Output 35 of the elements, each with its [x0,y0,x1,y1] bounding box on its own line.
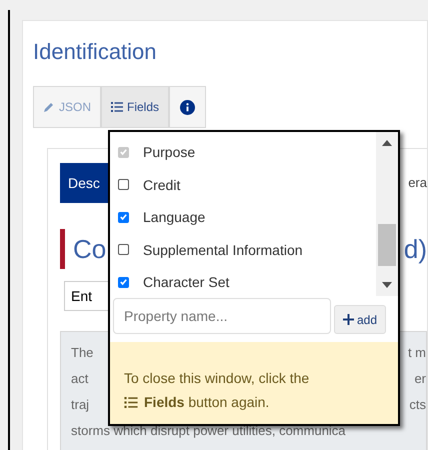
scrollbar-thumb[interactable] [378,224,396,266]
field-option[interactable]: Credit [110,168,376,201]
list-icon [124,396,138,408]
hint-text: To close this window, click the [124,369,310,388]
description-text: er [414,370,426,388]
accent-bar [60,229,65,269]
description-text: traj [71,396,90,414]
description-text: The [71,344,94,362]
tab[interactable]: era [400,163,427,203]
pencil-icon [43,101,55,113]
description-text: t m [408,344,426,362]
fields-button[interactable]: Fields [101,86,170,128]
checkbox[interactable] [118,276,129,288]
up-arrow-icon[interactable] [382,140,392,146]
info-icon [180,100,196,114]
description-text: act [71,370,88,388]
field-option[interactable]: Language [110,201,376,234]
description-text: storms which disrupt power utilities, communica [71,422,346,440]
list-icon [111,102,124,112]
checkbox[interactable] [118,212,129,223]
checkbox[interactable] [118,179,129,190]
scrollbar[interactable] [376,132,398,296]
property-name-field[interactable]: Property name... [113,298,331,334]
tab[interactable]: Desc [60,163,108,203]
plus-icon [343,314,354,325]
field-option[interactable]: Supplemental Information [110,234,376,266]
info-button[interactable] [169,86,206,128]
section-title: Identification [33,39,158,65]
checkbox[interactable] [118,244,129,256]
down-arrow-icon[interactable] [382,282,392,288]
heading-text: Co [73,234,106,264]
description-text: cts [409,396,426,414]
hint-text: Fields button again. [144,393,270,412]
add-button[interactable]: add [334,305,386,334]
heading-text: d) [404,234,427,264]
